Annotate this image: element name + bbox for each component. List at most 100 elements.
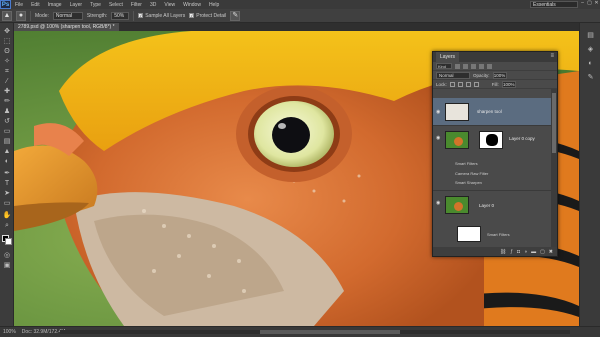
adjustment-filter-icon[interactable] xyxy=(463,63,468,69)
history-brush-tool-icon[interactable]: ↺ xyxy=(2,117,12,126)
sharpen-tool-icon[interactable]: ▲ xyxy=(2,147,12,156)
smart-filters-label[interactable]: Smart Filters xyxy=(455,161,478,166)
protect-detail-label: Protect Detail xyxy=(196,12,227,19)
fx-icon[interactable]: ƒ xyxy=(510,249,513,255)
menu-type[interactable]: Type xyxy=(86,2,105,8)
document-tab[interactable]: 2789.psd @ 100% (sharpen tool, RGB/8*) * xyxy=(14,23,119,31)
fill-input[interactable]: 100% xyxy=(501,80,516,88)
lock-pixels-icon[interactable] xyxy=(457,81,463,87)
eraser-tool-icon[interactable]: ▭ xyxy=(2,127,12,136)
pen-tool-icon[interactable]: ✒ xyxy=(2,169,12,178)
mask-icon[interactable]: ◘ xyxy=(517,249,520,255)
clone-stamp-tool-icon[interactable]: ♟ xyxy=(2,107,12,116)
scrollbar-thumb[interactable] xyxy=(552,93,556,153)
gradient-tool-icon[interactable]: ▤ xyxy=(2,137,12,146)
blend-mode-select[interactable]: Normal xyxy=(436,71,470,79)
sample-all-layers-checkbox[interactable]: ✓ Sample All Layers xyxy=(138,13,185,19)
menu-image[interactable]: Image xyxy=(44,2,66,8)
menu-edit[interactable]: Edit xyxy=(27,2,44,8)
path-select-tool-icon[interactable]: ➤ xyxy=(2,189,12,198)
checkbox-checked-icon: ✓ xyxy=(138,13,144,18)
adjustments-panel-icon[interactable]: ◐ xyxy=(586,59,595,68)
trash-icon[interactable]: ✖ xyxy=(549,249,553,255)
opacity-input[interactable]: 100% xyxy=(492,71,507,79)
layers-tab[interactable]: Layers xyxy=(436,52,460,62)
panel-menu-icon[interactable]: ≡ xyxy=(550,53,554,59)
brush-preset-icon[interactable]: ● xyxy=(16,10,26,21)
smart-filters-label[interactable]: Smart Filters xyxy=(487,232,510,237)
menu-layer[interactable]: Layer xyxy=(66,2,87,8)
strength-input[interactable]: 50% xyxy=(111,11,130,20)
menu-file[interactable]: File xyxy=(11,2,27,8)
adjustment-icon[interactable]: ◑ xyxy=(524,249,527,255)
protect-detail-checkbox[interactable]: ✓ Protect Detail xyxy=(189,13,226,19)
document-size[interactable]: Doc: 32.9M/172.4M xyxy=(22,329,66,335)
link-icon[interactable]: ⛓ xyxy=(500,249,506,255)
type-filter-icon[interactable] xyxy=(471,63,476,69)
brush-tool-icon[interactable]: ✏ xyxy=(2,97,12,106)
horizontal-scrollbar[interactable] xyxy=(60,330,570,334)
move-tool-icon[interactable]: ✥ xyxy=(2,27,12,36)
menu-select[interactable]: Select xyxy=(105,2,127,8)
layer-row-sharpen-tool[interactable]: ◉ sharpen tool xyxy=(433,98,551,126)
pixel-filter-icon[interactable] xyxy=(455,63,460,69)
workspace-switcher[interactable]: Essentials xyxy=(530,1,578,8)
layer-row-layer-0[interactable]: ◉ Layer 0 Smart Filters xyxy=(433,192,551,248)
quick-mask-icon[interactable]: ◎ xyxy=(2,251,12,260)
lock-row: Lock: Fill: 100% xyxy=(433,80,557,89)
history-panel-icon[interactable]: ▤ xyxy=(586,31,595,40)
shape-tool-icon[interactable]: ▭ xyxy=(2,199,12,208)
zoom-tool-icon[interactable]: ⌕ xyxy=(2,221,12,230)
hand-tool-icon[interactable]: ✋ xyxy=(2,211,12,220)
screen-mode-icon[interactable]: ▣ xyxy=(2,261,12,270)
lock-transparent-icon[interactable] xyxy=(449,81,455,87)
lock-position-icon[interactable] xyxy=(465,81,471,87)
menu-window[interactable]: Window xyxy=(179,2,205,8)
folder-icon[interactable]: ▬ xyxy=(531,249,536,255)
healing-brush-tool-icon[interactable]: ✚ xyxy=(2,87,12,96)
mode-label: Mode: xyxy=(35,12,49,19)
filter-smart-sharpen[interactable]: Smart Sharpen xyxy=(455,180,482,185)
color-panel-icon[interactable]: ◈ xyxy=(586,45,595,54)
mode-select[interactable]: Normal xyxy=(52,11,83,20)
menu-3d[interactable]: 3D xyxy=(146,2,160,8)
dodge-tool-icon[interactable]: ◐ xyxy=(2,157,12,166)
visibility-eye-icon[interactable]: ◉ xyxy=(436,109,440,115)
layer-name[interactable]: Layer 0 copy xyxy=(509,136,535,141)
menu-filter[interactable]: Filter xyxy=(127,2,146,8)
shape-filter-icon[interactable] xyxy=(479,63,484,69)
new-layer-icon[interactable]: ▢ xyxy=(540,249,545,255)
photoshop-logo: Ps xyxy=(0,0,11,9)
minimize-button[interactable]: – xyxy=(580,0,585,6)
smart-filter-mask-thumbnail[interactable] xyxy=(457,226,481,242)
maximize-button[interactable]: ▢ xyxy=(587,0,592,6)
layer-mask-thumbnail[interactable] xyxy=(479,131,503,149)
visibility-eye-icon[interactable]: ◉ xyxy=(436,200,440,206)
layers-scrollbar[interactable] xyxy=(551,89,557,249)
crop-tool-icon[interactable]: ⌗ xyxy=(2,67,12,76)
visibility-eye-icon[interactable]: ◉ xyxy=(436,135,440,141)
eyedropper-tool-icon[interactable]: ⁄ xyxy=(2,77,12,86)
sharpen-tool-icon[interactable]: ▲ xyxy=(2,10,12,21)
close-button[interactable]: ✕ xyxy=(594,0,599,6)
smart-object-filter-icon[interactable] xyxy=(487,63,492,69)
menu-view[interactable]: View xyxy=(160,2,179,8)
brush-panel-icon[interactable]: ✎ xyxy=(586,73,595,82)
zoom-level[interactable]: 100% xyxy=(3,329,16,335)
layer-row-layer-0-copy[interactable]: ◉ Layer 0 copy Smart Filters Camera Raw … xyxy=(433,127,551,191)
checkbox-checked-icon: ✓ xyxy=(189,13,195,18)
type-tool-icon[interactable]: T xyxy=(2,179,12,188)
fill-label: Fill: xyxy=(491,81,499,87)
menu-help[interactable]: Help xyxy=(205,2,223,8)
lasso-tool-icon[interactable]: ʘ xyxy=(2,47,12,56)
scrollbar-thumb[interactable] xyxy=(260,330,400,334)
pressure-icon[interactable]: ✎ xyxy=(230,10,241,21)
layer-kind-select[interactable]: Kind xyxy=(436,63,452,69)
marquee-tool-icon[interactable]: ⬚ xyxy=(2,37,12,46)
lock-all-icon[interactable] xyxy=(473,81,479,87)
quick-select-tool-icon[interactable]: ✧ xyxy=(2,57,12,66)
layer-name[interactable]: sharpen tool xyxy=(477,109,502,114)
filter-camera-raw[interactable]: Camera Raw Filter xyxy=(455,171,488,176)
background-color-swatch[interactable] xyxy=(5,238,12,245)
layer-name[interactable]: Layer 0 xyxy=(479,203,494,208)
